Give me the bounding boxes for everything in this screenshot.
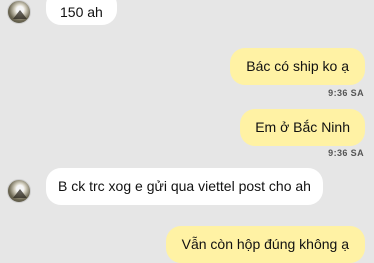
contact-avatar[interactable] xyxy=(7,179,31,203)
message-text: Em ở Bắc Ninh xyxy=(255,119,350,135)
message-text: Bác có ship ko ạ xyxy=(246,58,349,74)
outgoing-message-bubble[interactable]: Bác có ship ko ạ xyxy=(230,48,365,85)
outgoing-message-bubble[interactable]: Em ở Bắc Ninh xyxy=(240,109,365,146)
message-text: B ck trc xog e gửi qua viettel post cho … xyxy=(58,178,311,194)
message-timestamp: 9:36 SA xyxy=(328,148,364,158)
message-text: Vẫn còn hộp đúng không ạ xyxy=(181,236,349,252)
message-text: 150 ah xyxy=(60,4,103,20)
outgoing-message-bubble[interactable]: Vẫn còn hộp đúng không ạ xyxy=(165,226,365,263)
contact-avatar[interactable] xyxy=(7,0,31,24)
incoming-message-bubble[interactable]: 150 ah xyxy=(46,0,117,25)
message-timestamp: 9:36 SA xyxy=(328,88,364,98)
avatar-image xyxy=(13,189,27,198)
avatar-image xyxy=(13,10,27,19)
incoming-message-bubble[interactable]: B ck trc xog e gửi qua viettel post cho … xyxy=(46,168,323,205)
